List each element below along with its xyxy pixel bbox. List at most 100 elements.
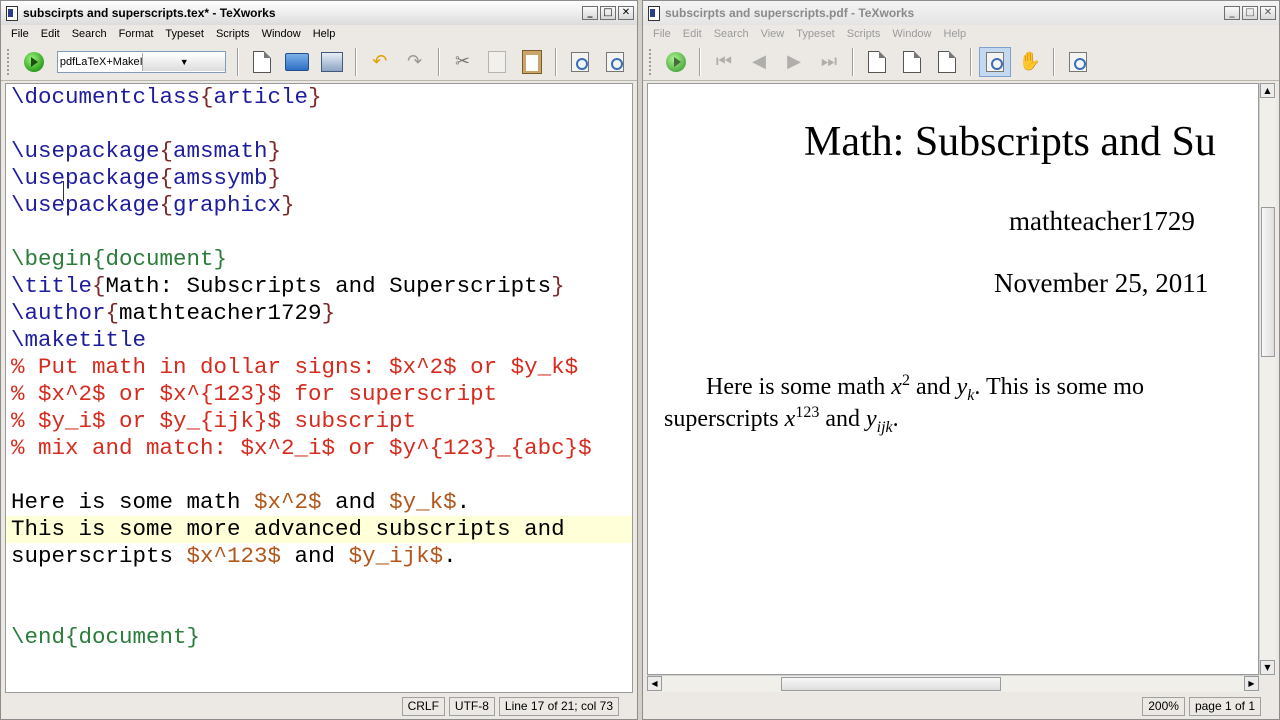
source-line[interactable]: This is some more advanced subscripts an… [6,516,632,543]
horizontal-scrollbar[interactable]: ◀ ▶ [647,675,1259,692]
new-document-icon [253,50,272,73]
editor-titlebar[interactable]: subscirpts and superscripts.tex* - TeXwo… [1,1,637,25]
source-line[interactable]: \end{document} [6,624,632,651]
source-line[interactable]: \usepackage{amsmath} [6,138,632,165]
source-line[interactable]: % Put math in dollar signs: $x^2$ or $y_… [6,354,632,381]
menu-scripts[interactable]: Scripts [210,28,256,40]
source-line[interactable]: \usepackage{graphicx} [6,192,632,219]
fit-width-button[interactable] [896,47,928,77]
toolbar-grip[interactable] [7,48,11,75]
source-line[interactable]: \documentclass{article} [6,84,632,111]
menu-scripts[interactable]: Scripts [841,28,887,40]
source-token: article [213,84,309,110]
paste-button[interactable] [516,47,548,77]
engine-select-value: pdfLaTeX+MakeIndex+BibTeX [59,55,143,68]
source-token: $x^123$ [186,543,282,569]
pdf-paragraph-line-1: Here is some math x2 and yk. This is som… [706,372,1144,405]
typeset-button[interactable] [660,47,692,77]
toolbar-separator [852,47,854,76]
menu-help[interactable]: Help [307,28,342,40]
source-token: This is some more advanced subscripts an… [11,516,565,542]
scroll-right-arrow-icon[interactable]: ▶ [1244,676,1259,691]
menu-typeset[interactable]: Typeset [790,28,841,40]
close-button[interactable]: ✕ [618,6,634,20]
source-line[interactable]: Here is some math $x^2$ and $y_k$. [6,489,632,516]
menu-file[interactable]: File [5,28,35,40]
cut-button[interactable]: ✂ [447,47,479,77]
pdf-doc-author: mathteacher1729 [1009,206,1195,236]
source-line[interactable] [6,111,632,138]
toolbar-grip[interactable] [649,48,653,75]
scroll-up-arrow-icon[interactable]: ▲ [1260,83,1275,98]
maximize-button[interactable]: □ [600,6,616,20]
pdf-math-var: x [891,374,902,400]
source-token: \documentclass [11,84,201,110]
menu-help[interactable]: Help [938,28,973,40]
source-line[interactable] [6,570,632,597]
line-ending-status[interactable]: CRLF [401,696,445,716]
horizontal-scroll-thumb[interactable] [781,677,1001,691]
maximize-button[interactable]: □ [1242,6,1258,20]
next-page-button[interactable]: ▶ [778,47,810,77]
magnify-tool-button[interactable] [979,46,1011,77]
find-button[interactable] [1062,47,1094,77]
toolbar-separator [699,47,701,76]
source-line[interactable]: superscripts $x^123$ and $y_ijk$. [6,543,632,570]
vertical-scroll-thumb[interactable] [1261,207,1275,357]
menu-search[interactable]: Search [708,28,755,40]
pdf-titlebar[interactable]: subscirpts and superscripts.pdf - TeXwor… [643,1,1279,25]
encoding-status[interactable]: UTF-8 [448,696,495,716]
close-button[interactable]: ✕ [1260,6,1276,20]
vertical-scrollbar[interactable]: ▲ ▼ [1259,83,1276,675]
source-line[interactable]: % $x^2$ or $x^{123}$ for superscript [6,381,632,408]
source-line[interactable]: \begin{document} [6,246,632,273]
last-page-button[interactable]: ⏭ [813,47,845,77]
source-token: \author [11,300,106,326]
find-button[interactable] [564,47,596,77]
open-button[interactable] [281,47,313,77]
menu-file[interactable]: File [647,28,677,40]
fit-window-button[interactable] [931,47,963,77]
menu-typeset[interactable]: Typeset [159,28,210,40]
undo-button[interactable]: ↶ [364,47,396,77]
scroll-tool-button[interactable]: ✋ [1014,47,1046,77]
source-line[interactable]: \usepackage{amssymb} [6,165,632,192]
menu-format[interactable]: Format [113,28,160,40]
source-line[interactable]: % mix and match: $x^2_i$ or $y^{123}_{ab… [6,435,632,462]
menu-window[interactable]: Window [256,28,307,40]
source-line[interactable] [6,219,632,246]
menu-window[interactable]: Window [886,28,937,40]
source-line[interactable]: \maketitle [6,327,632,354]
source-editor[interactable]: \documentclass{article} \usepackage{amsm… [5,83,633,693]
magnify-icon [986,51,1004,72]
source-line[interactable] [6,597,632,624]
pdf-viewer[interactable]: Math: Subscripts and Su mathteacher1729 … [647,83,1259,675]
source-line[interactable]: % $y_i$ or $y_{ijk}$ subscript [6,408,632,435]
zoom-status[interactable]: 200% [1142,696,1185,716]
scroll-left-arrow-icon[interactable]: ◀ [647,676,662,691]
actual-size-button[interactable] [861,47,893,77]
source-line[interactable]: \author{mathteacher1729} [6,300,632,327]
menu-edit[interactable]: Edit [35,28,66,40]
menu-view[interactable]: View [755,28,791,40]
source-line[interactable]: \title{Math: Subscripts and Superscripts… [6,273,632,300]
redo-button[interactable]: ↷ [399,47,431,77]
minimize-button[interactable]: _ [1224,6,1240,20]
source-token: $y_k$ [389,489,457,515]
pdf-text: . This is some mo [974,374,1144,400]
first-page-button[interactable]: ⏮ [708,47,740,77]
new-document-button[interactable] [246,47,278,77]
copy-button[interactable] [481,47,513,77]
replace-button[interactable] [599,47,631,77]
engine-select[interactable]: pdfLaTeX+MakeIndex+BibTeX ▼ [56,50,227,73]
pdf-math-sup: 2 [901,372,910,389]
previous-page-button[interactable]: ◀ [743,47,775,77]
scroll-down-arrow-icon[interactable]: ▼ [1260,660,1275,675]
menu-edit[interactable]: Edit [677,28,708,40]
minimize-button[interactable]: _ [582,6,598,20]
pdf-text: . [892,406,899,432]
save-button[interactable] [316,47,348,77]
source-line[interactable] [6,462,632,489]
menu-search[interactable]: Search [66,28,113,40]
typeset-button[interactable] [18,47,50,77]
